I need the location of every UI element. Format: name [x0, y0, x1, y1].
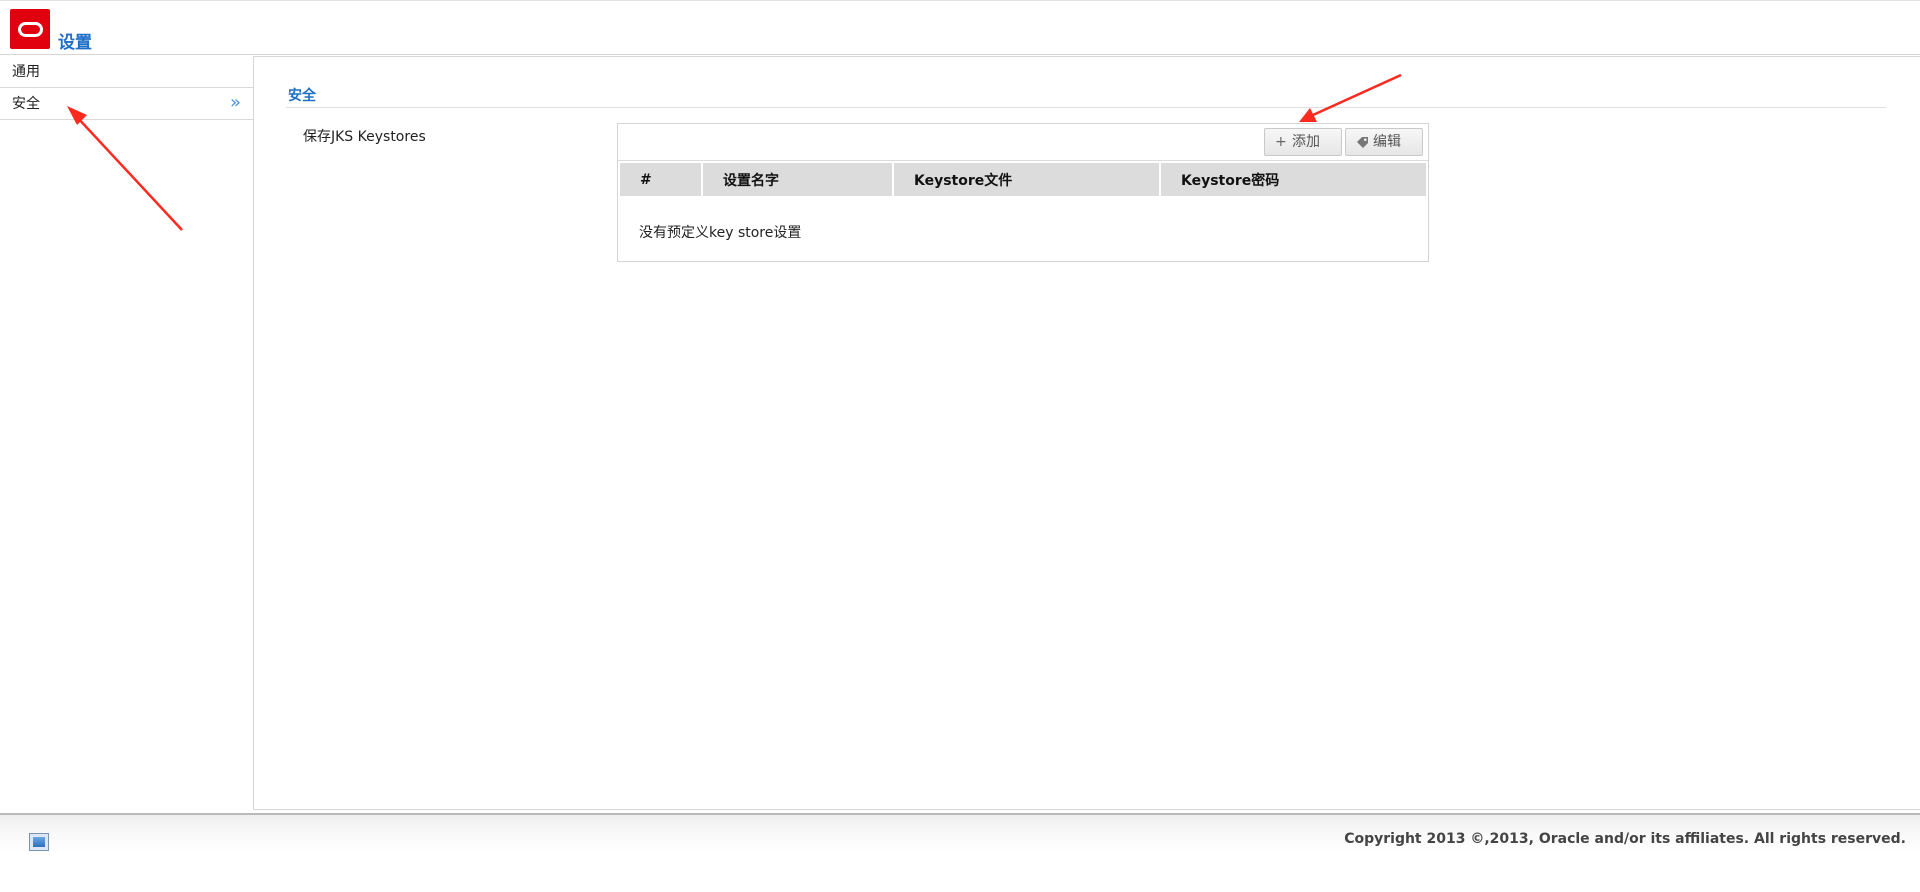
sidebar-item-label: 安全 [12, 96, 40, 112]
edit-button-label: 编辑 [1373, 134, 1401, 150]
sidebar-item-label: 通用 [12, 64, 40, 80]
sidebar: 通用 安全 » [0, 56, 253, 813]
sidebar-item-general[interactable]: 通用 [0, 56, 253, 88]
image-icon[interactable] [29, 833, 49, 851]
column-header-keystore-file[interactable]: Keystore文件 [893, 163, 1161, 196]
keystore-table: # 设置名字 Keystore文件 Keystore密码 [620, 163, 1426, 196]
main-panel: 安全 保存JKS Keystores + 添加 编辑 # 设置名字 Keysto… [253, 56, 1920, 810]
table-toolbar: + 添加 编辑 [618, 124, 1428, 161]
section-title: 安全 [288, 88, 316, 104]
oracle-logo-icon [10, 9, 50, 49]
empty-table-message: 没有预定义key store设置 [639, 225, 802, 241]
copyright-text: Copyright 2013 ©,2013, Oracle and/or its… [1344, 831, 1906, 847]
column-header-keystore-password[interactable]: Keystore密码 [1160, 163, 1426, 196]
footer: Copyright 2013 ©,2013, Oracle and/or its… [0, 813, 1920, 892]
plus-icon: + [1275, 134, 1287, 150]
keystores-field-label: 保存JKS Keystores [303, 129, 426, 145]
chevron-right-icon: » [229, 92, 241, 113]
add-button[interactable]: + 添加 [1264, 128, 1342, 156]
header-bar: 设置 [0, 0, 1920, 55]
column-header-index[interactable]: # [620, 163, 703, 196]
section-divider [286, 107, 1886, 108]
page-title: 设置 [58, 33, 92, 53]
tag-icon [1356, 129, 1369, 158]
sidebar-item-security[interactable]: 安全 » [0, 88, 253, 120]
table-header-row: # 设置名字 Keystore文件 Keystore密码 [620, 163, 1426, 196]
edit-button[interactable]: 编辑 [1345, 128, 1423, 156]
keystore-table-panel: + 添加 编辑 # 设置名字 Keystore文件 Keystore密码 没有预… [617, 123, 1429, 262]
column-header-setting-name[interactable]: 设置名字 [702, 163, 894, 196]
add-button-label: 添加 [1292, 134, 1320, 150]
